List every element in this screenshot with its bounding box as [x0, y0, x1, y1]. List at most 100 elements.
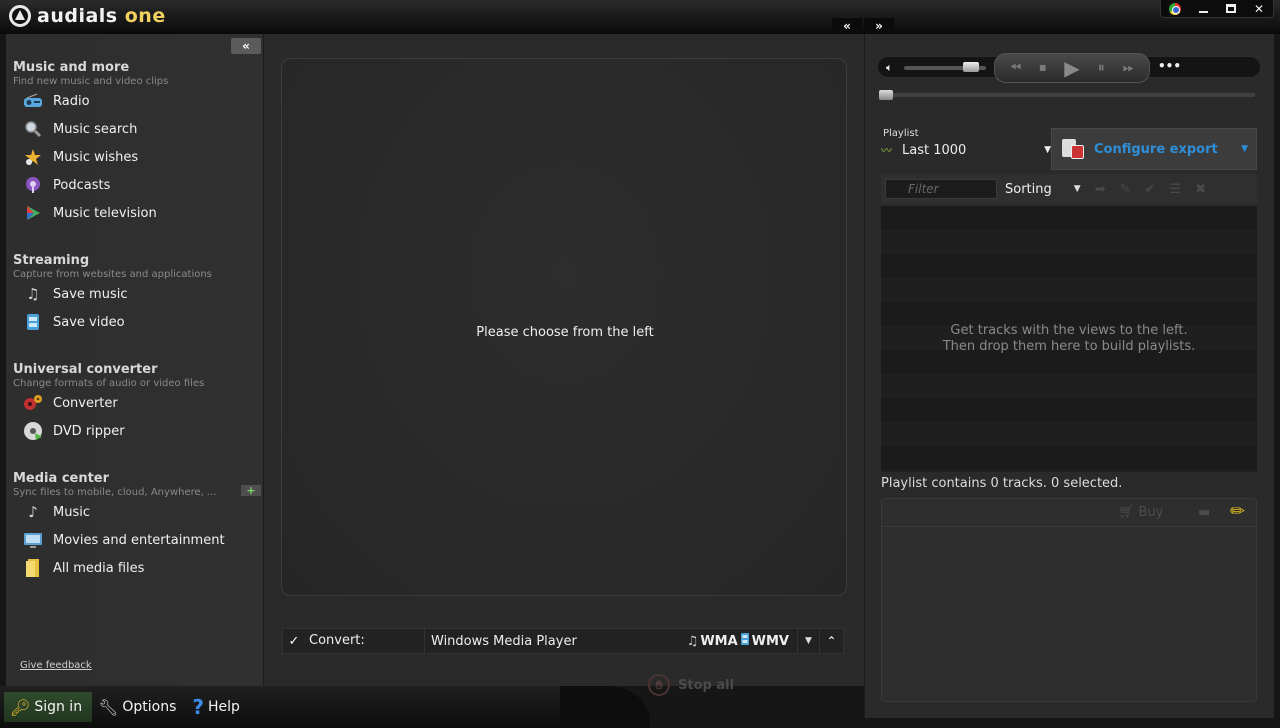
track-list[interactable]: Get tracks with the views to the left. T…	[881, 206, 1257, 472]
chevron-down-icon[interactable]: ▼	[1074, 184, 1081, 194]
choose-message: Please choose from the left	[476, 325, 654, 340]
stop-icon[interactable]: ⏹︎	[1039, 60, 1046, 76]
sidebar-item-label: DVD ripper	[53, 423, 125, 439]
bottom-buttons: 🔑︎ Sign in 🔧︎ Options ? Help	[4, 692, 250, 722]
sidebar-item-podcasts[interactable]: Podcasts	[13, 171, 261, 199]
section-subtitle: Find new music and video clips	[13, 76, 169, 87]
options-button[interactable]: 🔧︎ Options	[92, 692, 186, 722]
give-feedback-link[interactable]: Give feedback	[20, 660, 92, 671]
options-label: Options	[122, 699, 177, 715]
expand-up-button[interactable]: ⌃	[819, 629, 843, 653]
sidebar-item-label: All media files	[53, 560, 145, 576]
audio-format-label: WMA	[700, 633, 738, 649]
collapse-right-button[interactable]: »	[864, 18, 894, 34]
tv-play-icon	[23, 203, 43, 223]
playlist-selector[interactable]: Playlist 〰 Last 1000 ▼	[881, 128, 1051, 170]
sidebar-item-music-search[interactable]: Music search	[13, 115, 261, 143]
sidebar-item-label: Music wishes	[53, 149, 139, 165]
buy-label: Buy	[1138, 505, 1164, 520]
convert-formats: ♫ WMA WMV	[687, 632, 797, 650]
convert-dropdown-button[interactable]: ▼	[797, 629, 819, 653]
stop-all-label: Stop all	[678, 677, 735, 693]
section-universal-converter: Universal converter Change formats of au…	[13, 362, 261, 445]
sidebar-item-label: Movies and entertainment	[53, 532, 225, 548]
volume-slider[interactable]	[904, 62, 986, 72]
sidebar-collapse-button[interactable]: «	[231, 38, 261, 54]
collapse-left-button[interactable]: «	[832, 18, 862, 34]
add-device-button[interactable]: +	[241, 485, 261, 496]
filter-input[interactable]	[885, 179, 997, 199]
wrench-icon: 🔧︎	[98, 697, 119, 717]
delete-icon[interactable]: ✖	[1195, 182, 1206, 197]
film-icon	[23, 312, 43, 332]
sidebar-item-music-wishes[interactable]: Music wishes	[13, 143, 261, 171]
help-button[interactable]: ? Help	[186, 692, 250, 722]
section-subtitle: Capture from websites and applications	[13, 269, 212, 280]
play-icon[interactable]: ▶	[1064, 56, 1079, 80]
convert-label: Convert:	[305, 629, 425, 653]
speaker-icon[interactable]: 🔈︎	[886, 61, 893, 75]
sidebar-item-music-television[interactable]: Music television	[13, 199, 261, 227]
chevron-down-icon: ▼	[1241, 144, 1248, 154]
music-note-icon: ♪	[28, 503, 38, 521]
buy-button[interactable]: 🛒︎ Buy	[1118, 505, 1163, 520]
cart-icon: 🛒︎	[1118, 505, 1135, 520]
convert-checkbox[interactable]: ✓	[283, 634, 305, 649]
section-music-and-more: Music and more Find new music and video …	[13, 60, 261, 227]
section-subtitle: Change formats of audio or video files	[13, 378, 205, 389]
sidebar: « Music and more Find new music and vide…	[6, 34, 264, 686]
stop-all-button[interactable]: ✋︎ Stop all	[648, 674, 734, 696]
sidebar-item-save-video[interactable]: Save video	[13, 308, 261, 336]
sidebar-item-label: Save video	[53, 314, 125, 330]
help-icon: ?	[192, 695, 205, 719]
sidebar-item-save-music[interactable]: ♫ Save music	[13, 280, 261, 308]
player-panel: 🔈︎ ⏪︎ ⏹︎ ▶ ⏸︎ ⏩︎ ••• Playlist 〰 Last 100…	[864, 34, 1274, 718]
title-bar: audials one ✕ « »	[0, 0, 1280, 34]
maximize-button[interactable]	[1217, 0, 1245, 17]
sign-in-button[interactable]: 🔑︎ Sign in	[4, 692, 93, 722]
minimize-button[interactable]	[1189, 0, 1217, 17]
fast-forward-icon[interactable]: ⏩︎	[1123, 60, 1134, 76]
app-title-main: audials	[37, 5, 118, 27]
bottom-toolbar: 🔑︎ Sign in 🔧︎ Options ? Help	[0, 686, 650, 728]
sidebar-item-label: Podcasts	[53, 177, 111, 193]
list-icon[interactable]: ☰	[1169, 182, 1181, 197]
section-title: Media center	[13, 471, 110, 486]
sidebar-item-label: Converter	[53, 395, 118, 411]
menu-icon[interactable]: ▬	[1198, 505, 1210, 520]
browser-button[interactable]	[1161, 0, 1189, 17]
rewind-icon[interactable]: ⏪︎	[1010, 60, 1021, 76]
bottom-toolbar-curve	[560, 686, 650, 728]
section-title: Streaming	[13, 253, 90, 268]
seek-thumb[interactable]	[879, 90, 893, 100]
sidebar-item-label: Music search	[53, 121, 138, 137]
convert-bar: ✓ Convert: Windows Media Player ♫ WMA WM…	[282, 628, 844, 654]
sidebar-item-radio[interactable]: Radio	[13, 87, 261, 115]
maximize-icon	[1226, 4, 1236, 13]
playlist-caption: Playlist	[883, 128, 919, 139]
close-button[interactable]: ✕	[1245, 0, 1273, 17]
sign-in-label: Sign in	[34, 699, 83, 715]
close-icon: ✕	[1253, 1, 1265, 16]
sorting-label[interactable]: Sorting	[1005, 182, 1052, 197]
sidebar-item-movies[interactable]: Movies and entertainment	[13, 526, 261, 554]
sidebar-item-converter[interactable]: Converter	[13, 389, 261, 417]
wishes-icon	[23, 147, 43, 167]
move-arrow-icon[interactable]: ➡	[1095, 182, 1106, 197]
more-options-icon[interactable]: •••	[1158, 59, 1181, 73]
convert-target[interactable]: Windows Media Player	[425, 634, 687, 649]
sidebar-item-all-media-files[interactable]: All media files	[13, 554, 261, 582]
edit-tag-icon[interactable]: ✎	[1120, 182, 1131, 197]
player-controls: 🔈︎ ⏪︎ ⏹︎ ▶ ⏸︎ ⏩︎ •••	[877, 53, 1261, 83]
playlist-dropdown[interactable]: 〰 Last 1000 ▼	[881, 142, 1051, 158]
volume-thumb[interactable]	[963, 62, 980, 72]
audials-window: audials one ✕ « » « Music and more Find …	[0, 0, 1280, 728]
sidebar-item-dvd-ripper[interactable]: DVD ripper	[13, 417, 261, 445]
sidebar-item-music[interactable]: ♪ Music	[13, 498, 261, 526]
pause-icon[interactable]: ⏸︎	[1098, 60, 1105, 76]
check-icon[interactable]: ✔	[1145, 182, 1156, 197]
pencil-icon[interactable]: ✏︎	[1230, 501, 1245, 522]
configure-export-button[interactable]: Configure export ▼	[1051, 128, 1257, 170]
seek-bar[interactable]	[879, 90, 1255, 100]
playlist-status: Playlist contains 0 tracks. 0 selected.	[881, 476, 1123, 491]
